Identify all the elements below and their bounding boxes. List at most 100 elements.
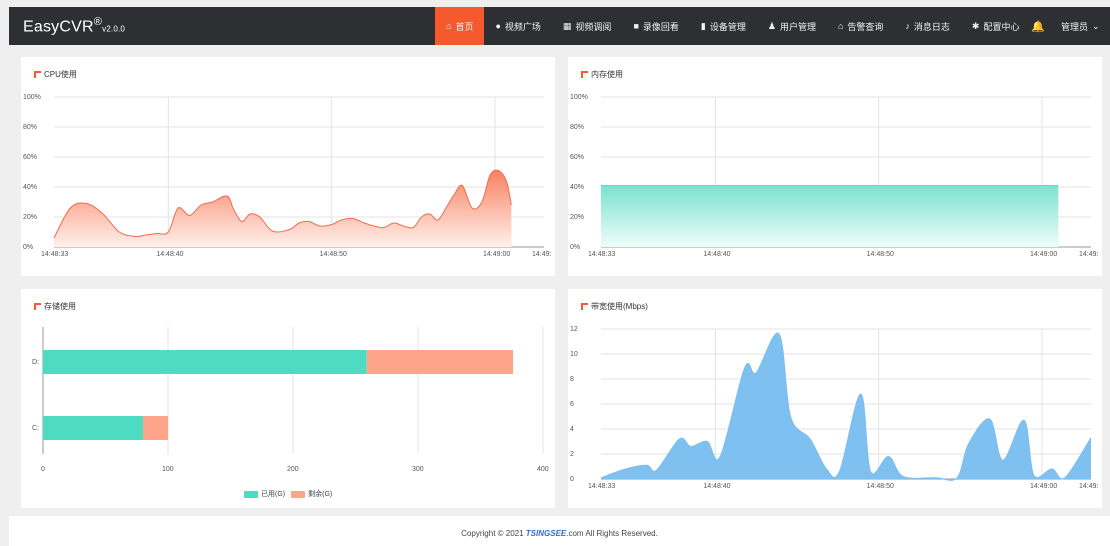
- brand-logo[interactable]: EasyCVR®v2.0.0: [23, 16, 125, 36]
- notification-bell-icon[interactable]: 🔔: [1031, 7, 1045, 45]
- legend-free-label: 剩余(G): [308, 491, 333, 498]
- footer-rights: .com All Rights Reserved.: [566, 529, 658, 538]
- storage-legend: 已用(G) 剩余(G): [244, 489, 338, 499]
- y-tick-label: 80%: [570, 124, 584, 131]
- x-tick-label: 14:49:00: [1030, 251, 1057, 258]
- y-tick-label: 0: [570, 476, 574, 483]
- x-tick-label: 14:48:50: [867, 251, 894, 258]
- legend-used-label: 已用(G): [261, 491, 286, 498]
- bar-used-1: [43, 416, 143, 440]
- footer-copyright: Copyright © 2021: [461, 529, 526, 538]
- y-tick-label: 12: [570, 326, 578, 333]
- camera-icon: ■: [633, 21, 639, 31]
- y-tick-label: 6: [570, 401, 574, 408]
- footer-brand[interactable]: TSINGSEE: [526, 529, 566, 538]
- x-tick-label: 14:48:50: [867, 483, 894, 490]
- y-tick-label: 10: [570, 351, 578, 358]
- y-tick-label: 4: [570, 426, 574, 433]
- memory-usage-chart: 0% 20% 40% 60% 80% 100% 14:48:33 14:48:40 14:48:…: [570, 94, 1099, 258]
- nav-item-6[interactable]: ⌂ 告警查询: [827, 7, 894, 45]
- bar-used-0: [43, 350, 367, 374]
- memory-usage-panel: 内存使用 0% 20% 40% 60% 80% 100% 14:48:33 14:48:40 1…: [568, 57, 1102, 276]
- footer: Copyright © 2021 TSINGSEE.com All Rights…: [9, 516, 1110, 546]
- legend-used[interactable]: 已用(G): [244, 489, 285, 499]
- storage-usage-panel: 存储使用 0 100 200 300 400 D: C: 已用(G) 剩余(G): [21, 289, 555, 508]
- x-tick-label: 14:49:: [1079, 251, 1099, 258]
- nav-item-label: 首页: [455, 21, 474, 32]
- gear-icon: ✱: [971, 20, 980, 31]
- brand-name: EasyCVR: [23, 18, 94, 36]
- cpu-usage-chart: 0% 20% 40% 60% 80% 100% 14:48:33 14:48:40 14:48:…: [23, 94, 552, 258]
- nav-item-label: 告警查询: [847, 21, 884, 32]
- y-tick-label: 2: [570, 451, 574, 458]
- y-tick-label: 80%: [23, 124, 37, 131]
- nav-item-label: 视频调阅: [575, 21, 612, 32]
- y-tick-label: 20%: [570, 214, 584, 221]
- brand-version: v2.0.0: [102, 24, 126, 34]
- x-tick-label: 0: [41, 466, 45, 473]
- nav-item-label: 录像回看: [642, 21, 679, 32]
- nav-item-label: 消息日志: [913, 21, 950, 32]
- legend-free-swatch: [291, 490, 306, 498]
- x-tick-label: 14:48:40: [156, 251, 183, 258]
- y-tick-label: 8: [570, 376, 574, 383]
- storage-usage-chart: 0 100 200 300 400 D: C:: [32, 327, 549, 473]
- x-tick-label: 14:48:33: [588, 483, 615, 490]
- main-nav: ⌂ 首页 ● 视频广场 ▦ 视频调阅 ■ 录像回看 ▮ 设备管理 ♟ 用户管理 ⌂ 告警查询 ♪ 消息日志 ✱ 配…: [435, 7, 1030, 45]
- user-icon: ♟: [767, 20, 776, 31]
- admin-label: 管理员: [1061, 21, 1089, 32]
- y-tick-label: 100%: [570, 94, 588, 101]
- nav-item-7[interactable]: ♪ 消息日志: [894, 7, 961, 45]
- nav-item-8[interactable]: ✱ 配置中心: [961, 7, 1031, 45]
- nav-item-3[interactable]: ■ 录像回看: [622, 7, 689, 45]
- nav-item-5[interactable]: ♟ 用户管理: [757, 7, 827, 45]
- nav-item-label: 设备管理: [709, 21, 746, 32]
- x-tick-label: 14:48:40: [703, 483, 730, 490]
- y-tick-label: 100%: [23, 94, 41, 101]
- x-tick-label: 14:49:: [1079, 483, 1099, 490]
- home-icon: ⌂: [446, 21, 452, 31]
- bar-free-1: [143, 416, 168, 440]
- category-label: C:: [32, 425, 39, 432]
- x-tick-label: 14:49:: [532, 251, 552, 258]
- y-tick-label: 60%: [23, 154, 37, 161]
- x-tick-label: 14:49:00: [1030, 483, 1057, 490]
- cpu-usage-panel: CPU使用 0% 20% 40% 60% 80% 100% 14:48:33 14:48:40…: [21, 57, 555, 276]
- y-tick-label: 40%: [570, 184, 584, 191]
- nav-item-4[interactable]: ▮ 设备管理: [690, 7, 757, 45]
- bar-free-0: [366, 350, 513, 374]
- alarm-icon: ⌂: [837, 21, 844, 31]
- y-tick-label: 60%: [570, 154, 584, 161]
- bell-small-icon: ♪: [905, 21, 910, 31]
- y-tick-label: 20%: [23, 214, 37, 221]
- y-tick-label: 40%: [23, 184, 37, 191]
- nav-item-2[interactable]: ▦ 视频调阅: [552, 7, 623, 45]
- x-tick-label: 200: [287, 466, 299, 473]
- admin-menu[interactable]: 管理员 ⌄: [1061, 7, 1100, 45]
- x-tick-label: 300: [412, 466, 424, 473]
- x-tick-label: 100: [162, 466, 174, 473]
- chevron-down-icon: ⌄: [1092, 20, 1100, 31]
- brand-registered-mark: ®: [93, 16, 103, 28]
- bandwidth-usage-chart: 0 2 4 6 8 10 12 14:48:33 14:48:40 14:48:50 14:49:0…: [570, 326, 1099, 490]
- y-tick-label: 0%: [23, 244, 33, 251]
- x-tick-label: 14:48:33: [41, 251, 68, 258]
- video-grid-icon: ▦: [562, 20, 572, 31]
- x-tick-label: 14:49:00: [483, 251, 510, 258]
- legend-free[interactable]: 剩余(G): [291, 489, 332, 499]
- bandwidth-usage-panel: 带宽使用(Mbps) 0 2 4 6 8 10 12 14:48:33 14:48:40 14:4…: [568, 289, 1102, 508]
- top-navigation-bar: EasyCVR®v2.0.0 ⌂ 首页 ● 视频广场 ▦ 视频调阅 ■ 录像回看 ▮ 设备管理 ♟ 用…: [9, 7, 1110, 45]
- nav-item-label: 用户管理: [779, 21, 816, 32]
- nav-item-label: 配置中心: [983, 21, 1020, 32]
- series-area: [601, 333, 1091, 481]
- nav-item-1[interactable]: ● 视频广场: [484, 7, 551, 45]
- nav-item-0[interactable]: ⌂ 首页: [435, 7, 485, 45]
- category-label: D:: [32, 359, 39, 366]
- play-circle-icon: ●: [495, 21, 501, 31]
- legend-used-swatch: [244, 490, 258, 498]
- series-area: [54, 170, 512, 247]
- x-tick-label: 14:48:40: [703, 251, 730, 258]
- nav-item-label: 视频广场: [504, 21, 541, 32]
- device-icon: ▮: [700, 20, 706, 31]
- x-tick-label: 400: [537, 466, 549, 473]
